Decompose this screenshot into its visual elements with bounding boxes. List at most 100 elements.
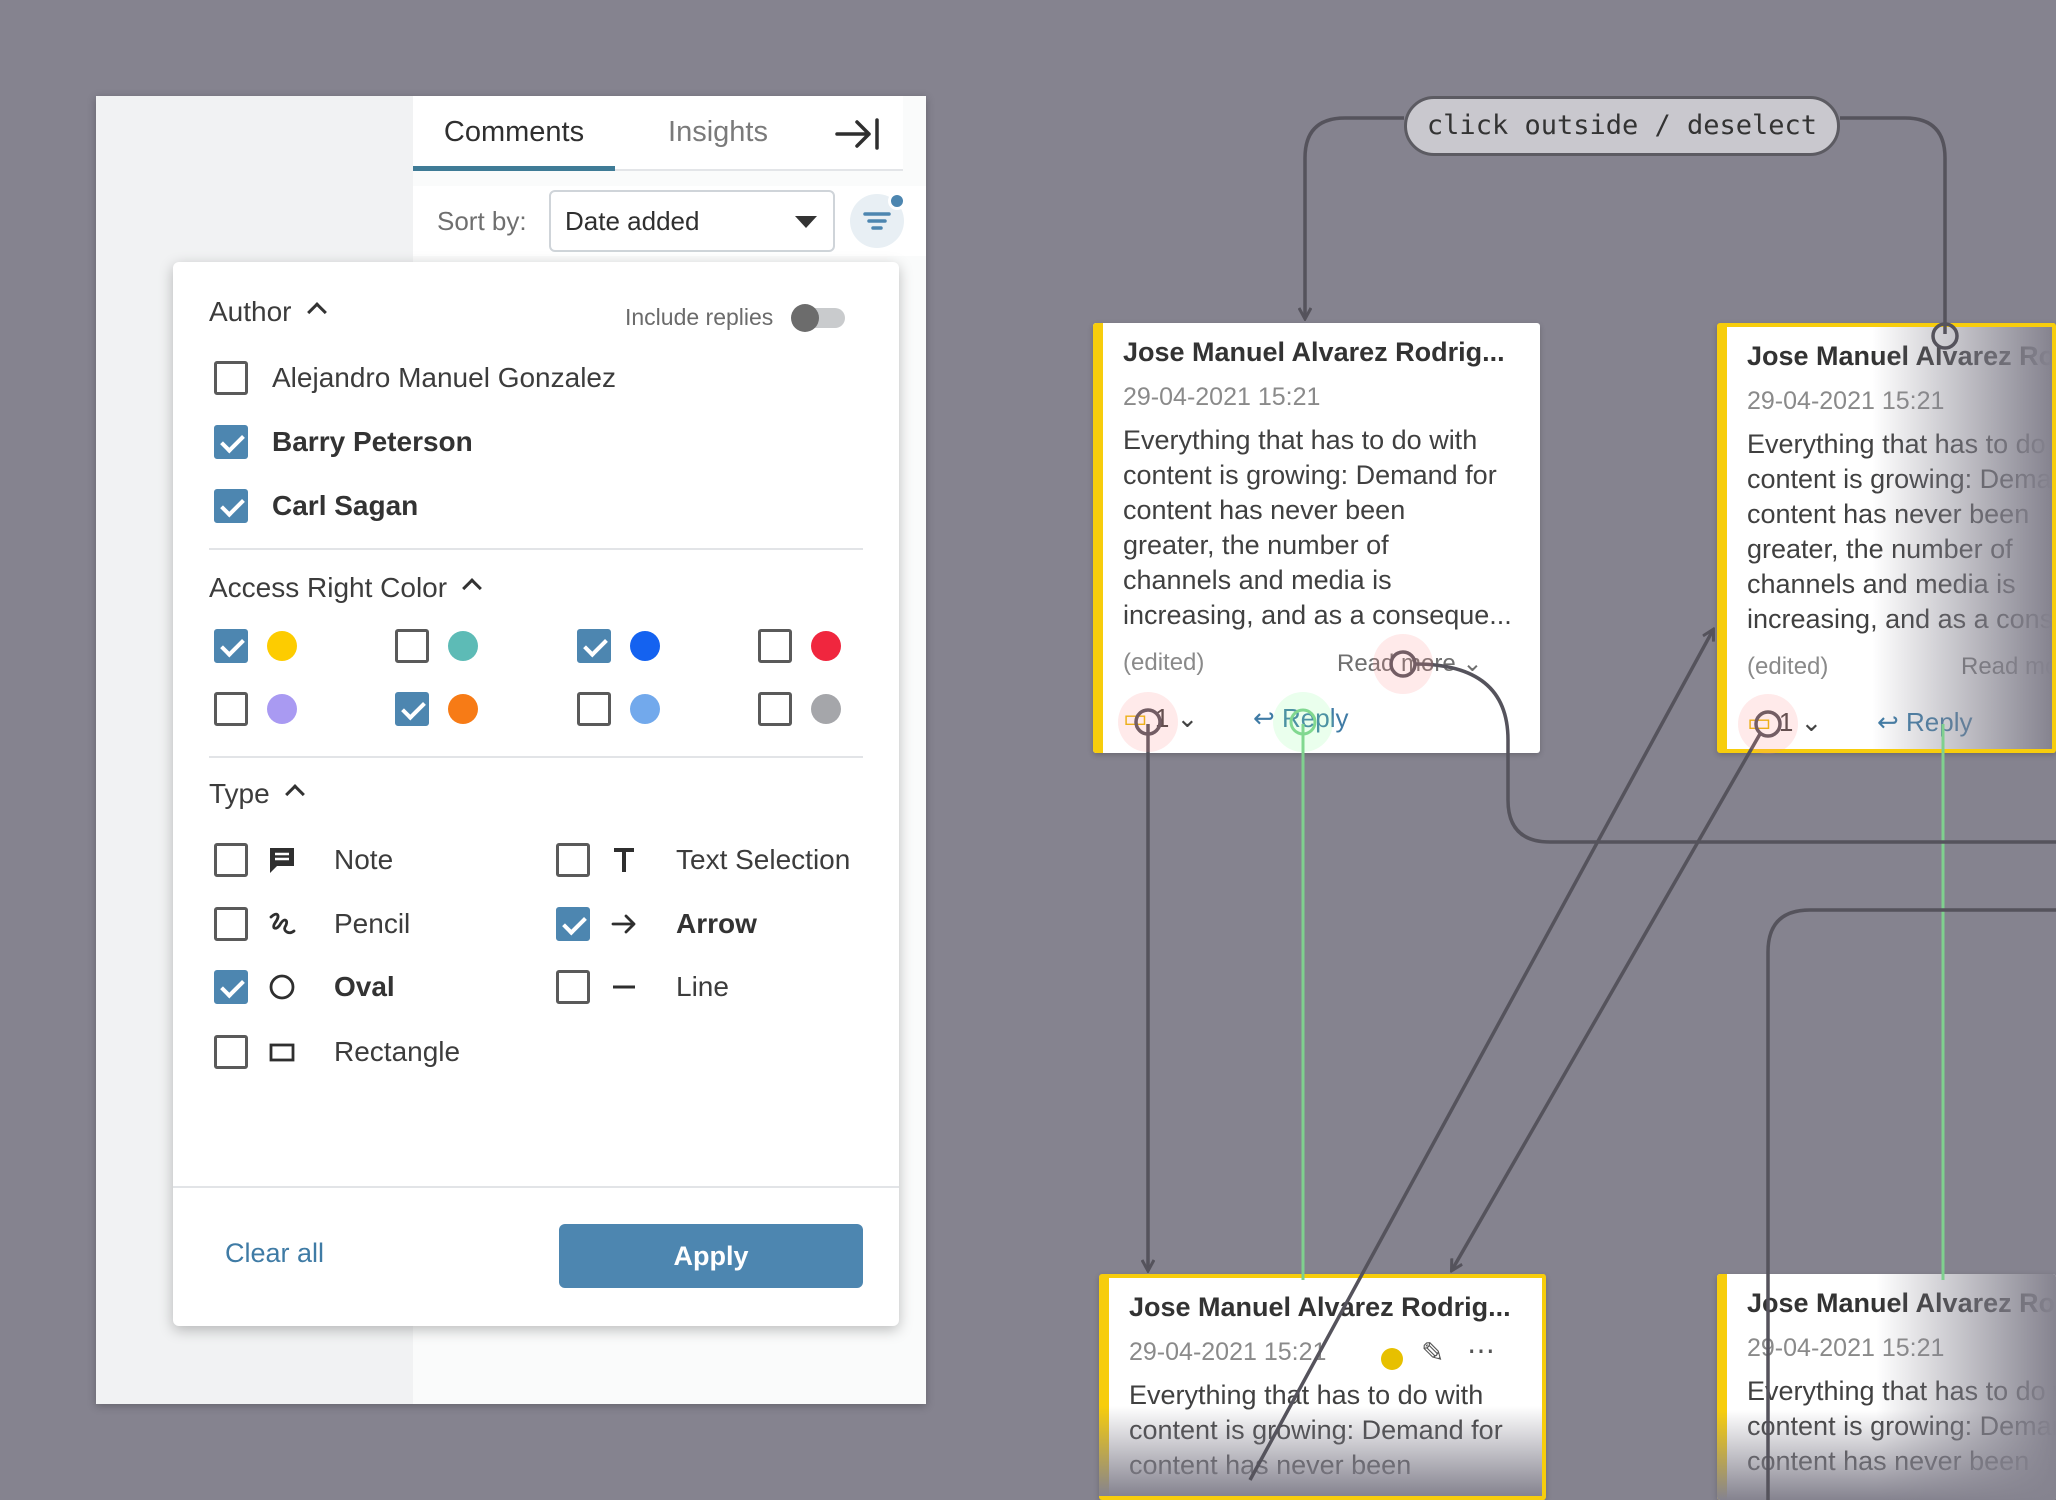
type-checkbox-oval[interactable] (214, 970, 248, 1004)
access-color-swatch (811, 631, 841, 661)
edited-label: (edited) (1123, 649, 1205, 676)
comment-body: Everything that has to do with content i… (1123, 425, 1512, 630)
replies-toggle[interactable]: ▭ 1 ⌄ (1123, 703, 1198, 734)
comment-date: 29-04-2021 15:21 (1129, 1338, 1327, 1366)
type-option-label: Line (676, 971, 729, 1002)
reply-icon: ↩ (1253, 703, 1275, 733)
access-color-swatch (448, 694, 478, 724)
more-options-icon[interactable]: ⋯ (1467, 1334, 1495, 1367)
reply-label: Reply (1282, 703, 1349, 733)
reply-count: 1 (1154, 703, 1170, 733)
type-option-label: Rectangle (334, 1036, 461, 1067)
chevron-up-icon (284, 784, 305, 804)
comment-bubble-icon: ▭ (1123, 703, 1148, 733)
author-section-title: Author (209, 296, 292, 327)
type-checkbox-arrow[interactable] (556, 907, 590, 941)
oval-icon (265, 970, 299, 1004)
pencil-icon (265, 907, 299, 941)
tab-insights[interactable]: Insights (628, 96, 808, 171)
fade-overlay (1872, 327, 2052, 749)
read-more-link[interactable]: Read more ⌄ (1337, 649, 1483, 678)
type-option-label: Oval (334, 971, 395, 1002)
chevron-up-icon (462, 578, 482, 598)
text-selection-icon (607, 843, 641, 877)
comment-date: 29-04-2021 15:21 (1123, 383, 1321, 411)
author-checkbox-1[interactable] (214, 425, 248, 459)
chevron-down-icon: ⌄ (1800, 707, 1823, 737)
access-color-checkbox-4[interactable] (214, 692, 248, 726)
rectangle-icon (265, 1035, 299, 1069)
type-checkbox-note[interactable] (214, 843, 248, 877)
include-replies-toggle[interactable] (791, 304, 845, 332)
comment-card-selected[interactable]: Jose Manuel Alvarez Rodrig... 29-04-2021… (1099, 1274, 1546, 1500)
edit-icon[interactable]: ✎ (1421, 1336, 1444, 1369)
reply-button[interactable]: ↩ Reply (1253, 703, 1349, 734)
comment-card-selected[interactable]: Jose Manuel Alvarez Rodrig... 29-04-2021… (1717, 323, 2056, 753)
author-option-label: Alejandro Manuel Gonzalez (272, 362, 616, 393)
type-option-label: Arrow (676, 908, 757, 939)
access-color-section-title: Access Right Color (209, 572, 448, 603)
access-color-swatch (267, 631, 297, 661)
type-option-label: Pencil (334, 908, 411, 939)
access-color-checkbox-7[interactable] (758, 692, 792, 726)
flow-line (1452, 733, 1762, 1270)
access-color-checkbox-6[interactable] (577, 692, 611, 726)
clear-all-button[interactable]: Clear all (225, 1238, 324, 1269)
type-checkbox-line[interactable] (556, 970, 590, 1004)
sort-by-label: Sort by: (437, 206, 527, 236)
access-color-swatch (630, 694, 660, 724)
reply-count: 1 (1778, 707, 1794, 737)
type-option-label: Note (334, 844, 394, 875)
comment-card[interactable]: Jose Manuel Alvarez Rodrig... 29-04-2021… (1093, 323, 1540, 753)
caret-down-icon (795, 216, 817, 228)
filter-popup-footer: Clear all Apply (173, 1186, 899, 1326)
collapse-right-icon (835, 118, 879, 150)
filter-active-indicator (888, 192, 906, 210)
sort-select[interactable]: Date added (549, 190, 835, 252)
type-checkbox-pencil[interactable] (214, 907, 248, 941)
type-section-header[interactable]: Type (209, 778, 305, 810)
access-color-bar (1717, 327, 1727, 749)
access-color-section-header[interactable]: Access Right Color (209, 572, 482, 604)
filter-popup: Author Include replies Alejandro Manuel … (173, 262, 899, 1326)
type-checkbox-rectangle[interactable] (214, 1035, 248, 1069)
access-color-swatch (630, 631, 660, 661)
section-divider (209, 756, 863, 758)
replies-toggle[interactable]: ▭ 1 ⌄ (1747, 707, 1822, 738)
type-option-label: Text Selection (676, 844, 851, 875)
access-color-checkbox-5[interactable] (395, 692, 429, 726)
collapse-sidebar-button[interactable] (833, 116, 883, 152)
fade-overlay (1099, 1406, 1542, 1496)
apply-button[interactable]: Apply (559, 1224, 863, 1288)
access-color-swatch (267, 694, 297, 724)
author-option-label: Carl Sagan (272, 490, 419, 521)
access-color-checkbox-2[interactable] (577, 629, 611, 663)
transition-label: click outside / deselect (1404, 96, 1840, 156)
sort-row: Sort by: Date added (413, 186, 926, 256)
access-color-bar (1093, 323, 1103, 753)
access-color-checkbox-1[interactable] (395, 629, 429, 663)
flow-line (1840, 116, 1947, 334)
sort-select-value: Date added (565, 206, 700, 236)
arrow-icon (607, 907, 641, 941)
line-icon (607, 970, 641, 1004)
include-replies-label: Include replies (625, 304, 774, 330)
access-color-swatch (811, 694, 841, 724)
chevron-up-icon (306, 302, 327, 322)
tab-comments[interactable]: Comments (413, 96, 615, 171)
comment-bubble-icon: ▭ (1747, 707, 1772, 737)
edited-label: (edited) (1747, 653, 1829, 680)
chevron-down-icon: ⌄ (1176, 703, 1199, 733)
access-color-checkbox-3[interactable] (758, 629, 792, 663)
author-checkbox-2[interactable] (214, 489, 248, 523)
access-color-checkbox-0[interactable] (214, 629, 248, 663)
author-checkbox-0[interactable] (214, 361, 248, 395)
comment-author: Jose Manuel Alvarez Rodrig... (1123, 337, 1505, 367)
type-checkbox-text-selection[interactable] (556, 843, 590, 877)
sidebar-tabs: Comments Insights (413, 96, 903, 171)
author-option-label: Barry Peterson (272, 426, 473, 457)
author-section-header[interactable]: Author (209, 296, 327, 328)
comment-card[interactable]: Jose Manuel Alvarez Rodrig... 29-04-2021… (1717, 1274, 2056, 1500)
filter-button[interactable] (850, 192, 906, 248)
type-section-title: Type (209, 778, 270, 809)
